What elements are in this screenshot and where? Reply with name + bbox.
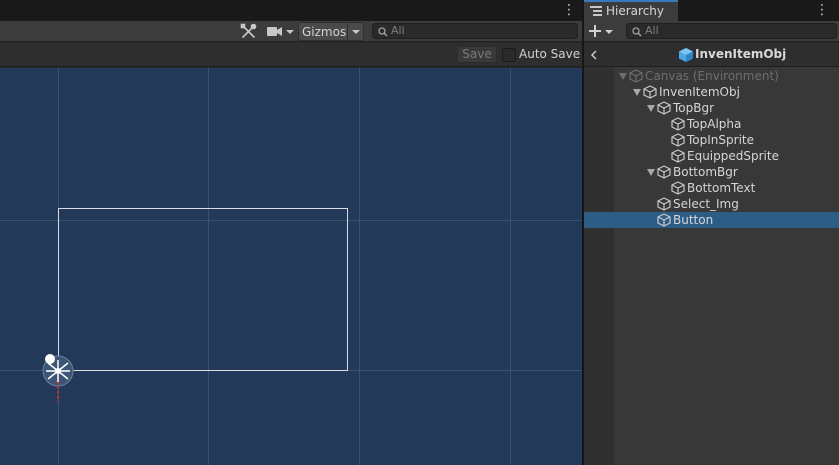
hierarchy-tree: Canvas (Environment) InvenItemObj TopBgr To… [584, 67, 839, 465]
tree-row-canvas-environment[interactable]: Canvas (Environment) [584, 68, 839, 84]
tree-row-invenitemobj[interactable]: InvenItemObj [584, 84, 839, 100]
chevron-left-icon[interactable] [588, 47, 600, 63]
gameobject-cube-icon [657, 213, 671, 227]
search-icon [632, 27, 642, 37]
scene-tab-bar: ⋮ [0, 0, 582, 21]
camera-icon [267, 27, 294, 36]
tree-row-equippedsprite[interactable]: EquippedSprite [584, 148, 839, 164]
expand-arrow-icon[interactable] [633, 89, 641, 96]
gameobject-cube-icon [643, 85, 657, 99]
prefab-cube-icon [679, 48, 693, 62]
hierarchy-panel: Hierarchy ⋮ All InvenItemObj Canvas (Env… [584, 0, 839, 465]
scene-search-placeholder: All [391, 24, 405, 37]
tree-row-bottombgr[interactable]: BottomBgr [584, 164, 839, 180]
tree-row-label: TopBgr [673, 101, 715, 115]
gizmos-button[interactable]: Gizmos [298, 22, 364, 41]
tree-row-label: BottomText [687, 181, 756, 195]
tab-hierarchy[interactable]: Hierarchy [584, 0, 678, 21]
more-vert-icon[interactable]: ⋮ [815, 2, 829, 18]
gameobject-cube-icon [671, 133, 685, 147]
tools-icon[interactable] [238, 22, 260, 41]
scene-view[interactable] [0, 68, 582, 465]
tree-row-topbgr[interactable]: TopBgr [584, 100, 839, 116]
gameobject-cube-icon [657, 101, 671, 115]
gizmos-label: Gizmos [302, 25, 347, 39]
tree-row-label: EquippedSprite [687, 149, 779, 163]
hierarchy-icon [590, 6, 602, 16]
scene-search-input[interactable]: All [372, 23, 578, 39]
prefab-bar: Save Auto Save [0, 43, 582, 67]
button-rect-outline[interactable] [58, 208, 348, 371]
hierarchy-search-input[interactable]: All [626, 23, 837, 39]
autosave-checkbox[interactable] [502, 48, 516, 62]
tree-row-label: Select_Img [673, 197, 739, 211]
plus-icon [589, 25, 613, 37]
tree-row-label: Canvas (Environment) [645, 69, 779, 83]
gameobject-cube-icon [629, 69, 643, 83]
search-icon [378, 27, 388, 37]
tree-row-topalpha[interactable]: TopAlpha [584, 116, 839, 132]
expand-arrow-icon[interactable] [619, 73, 627, 80]
tree-row-label: BottomBgr [673, 165, 738, 179]
scene-grid [0, 68, 582, 465]
gameobject-cube-icon [657, 165, 671, 179]
hierarchy-toolbar: All [584, 21, 839, 42]
tree-row-label: TopAlpha [687, 117, 742, 131]
tree-row-select-img[interactable]: Select_Img [584, 196, 839, 212]
scene-panel: ⋮ Gizmos All Save Auto Save [0, 0, 582, 465]
more-vert-icon[interactable]: ⋮ [562, 2, 576, 18]
tree-row-label: Button [673, 213, 714, 227]
hierarchy-tab-bar: Hierarchy ⋮ [584, 0, 839, 21]
gameobject-cube-icon [657, 197, 671, 211]
save-button[interactable]: Save [457, 46, 497, 63]
chevron-down-icon[interactable] [347, 23, 363, 40]
tree-row-button[interactable]: Button [584, 212, 839, 228]
camera-dropdown-button[interactable] [264, 22, 296, 41]
hierarchy-tab-label: Hierarchy [606, 4, 665, 18]
hierarchy-search-placeholder: All [645, 24, 659, 37]
scene-toolbar: Gizmos All [0, 21, 582, 42]
prefab-header: InvenItemObj [584, 43, 839, 67]
scene-canvas[interactable] [0, 68, 582, 465]
prefab-title: InvenItemObj [695, 47, 787, 61]
tree-row-bottomtext[interactable]: BottomText [584, 180, 839, 196]
gameobject-cube-icon [671, 117, 685, 131]
gameobject-cube-icon [671, 149, 685, 163]
tree-row-topinsprite[interactable]: TopInSprite [584, 132, 839, 148]
tree-row-label: TopInSprite [687, 133, 754, 147]
gameobject-cube-icon [671, 181, 685, 195]
autosave-label: Auto Save [519, 47, 581, 61]
expand-arrow-icon[interactable] [647, 105, 655, 112]
create-button[interactable] [588, 23, 616, 40]
expand-arrow-icon[interactable] [647, 169, 655, 176]
tree-row-label: InvenItemObj [659, 85, 740, 99]
